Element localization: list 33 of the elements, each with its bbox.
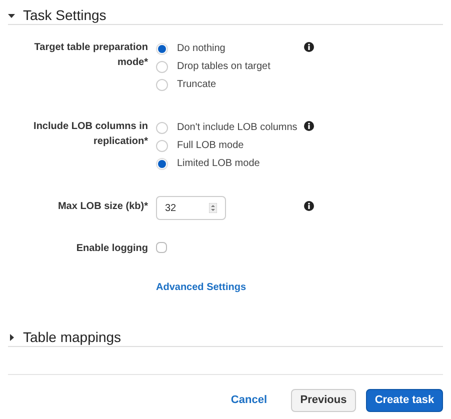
number-value: 32 [165, 202, 176, 216]
advanced-settings-link[interactable]: Advanced Settings [156, 282, 246, 293]
info-icon[interactable] [304, 42, 314, 52]
cancel-link[interactable]: Cancel [230, 392, 267, 409]
radio-label: Don't include LOB columns [177, 121, 298, 134]
caret-down-icon [8, 12, 15, 18]
section-header[interactable]: Task Settings [8, 6, 443, 25]
info-icon[interactable] [304, 201, 314, 211]
previous-button[interactable]: Previous [291, 389, 356, 412]
radio-label: Limited LOB mode [177, 157, 260, 170]
radio-button[interactable] [156, 140, 168, 152]
field-label: Include LOB columns in replication* [32, 120, 148, 149]
radio-button[interactable] [156, 158, 168, 170]
radio-label: Truncate [177, 78, 216, 91]
radio-label: Drop tables on target [177, 60, 270, 73]
info-icon[interactable] [304, 121, 314, 131]
field-label: Enable logging [75, 242, 148, 256]
checkbox[interactable] [156, 242, 167, 253]
spinner-icon[interactable] [209, 203, 217, 213]
radio-button[interactable] [156, 42, 168, 54]
field-label: Target table preparation mode* [33, 41, 148, 70]
section-title: Table mappings [23, 328, 122, 346]
radio-button[interactable] [156, 60, 168, 72]
section-title: Task Settings [23, 6, 106, 24]
radio-button[interactable] [156, 122, 168, 134]
radio-label: Full LOB mode [177, 139, 244, 152]
radio-label: Do nothing [177, 42, 226, 55]
radio-button[interactable] [156, 78, 168, 90]
number-field[interactable]: 32 [156, 196, 226, 220]
section-header[interactable]: Table mappings [8, 328, 443, 347]
create-task-button[interactable]: Create task [366, 389, 443, 412]
caret-right-icon [8, 334, 15, 340]
field-label: Max LOB size (kb)* [56, 200, 148, 214]
